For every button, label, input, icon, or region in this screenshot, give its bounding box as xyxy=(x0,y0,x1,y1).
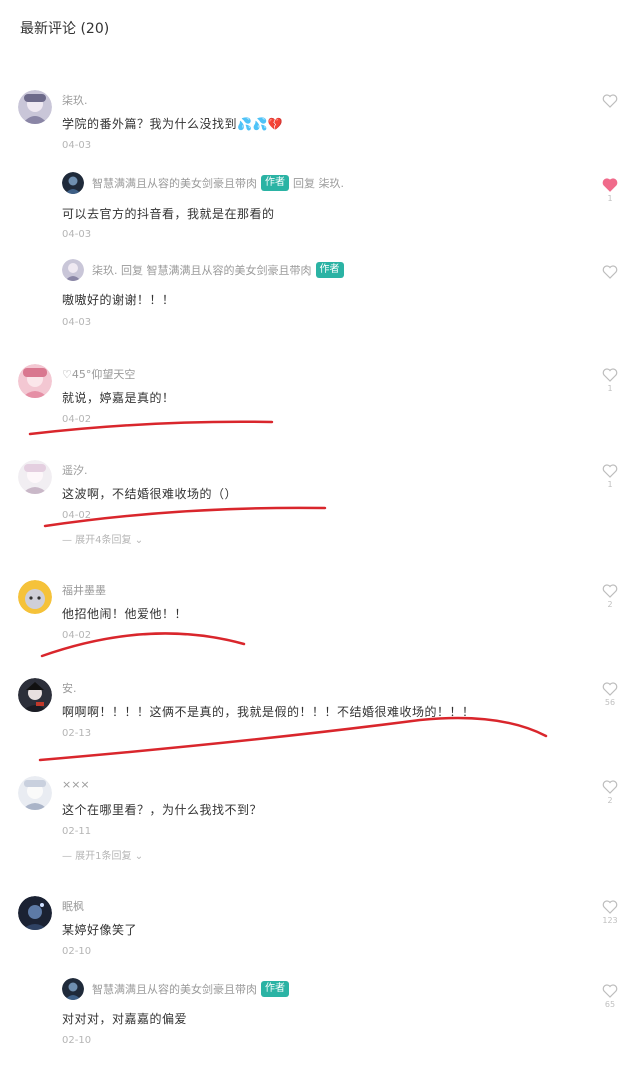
avatar[interactable] xyxy=(62,259,84,281)
comment-author[interactable]: ♡45°仰望天空 xyxy=(62,366,135,382)
comment-text: 他招他闹！他爱他！！ xyxy=(62,607,188,621)
avatar[interactable] xyxy=(62,172,84,194)
expand-replies-link[interactable]: — 展开4条回复 ⌄ xyxy=(62,531,143,546)
like-count: 65 xyxy=(604,1000,616,1009)
like-button[interactable]: 2 xyxy=(598,584,622,609)
author-badge: 作者 xyxy=(315,262,344,278)
author-badge: 作者 xyxy=(261,175,289,191)
like-button[interactable]: 56 xyxy=(598,682,622,707)
reply-author[interactable]: 柒玖. 回复 智慧满满且从容的美女剑豪且带肉 xyxy=(92,262,312,278)
reply-text: 嗷嗷好的谢谢！！！ xyxy=(62,293,175,307)
comment-text: 某婷好像笑了 xyxy=(62,923,138,937)
comment-author[interactable]: 遥汐. xyxy=(62,462,88,478)
avatar[interactable] xyxy=(62,978,84,1000)
reply-header: 智慧满满且从容的美女剑豪且带肉 作者 xyxy=(92,981,289,997)
comment-date: 04-03 xyxy=(62,140,92,151)
comment-date: 04-02 xyxy=(62,510,92,521)
comment-author[interactable]: 福井墨墨 xyxy=(62,582,106,598)
heart-outline-icon xyxy=(602,368,618,382)
like-count: 2 xyxy=(607,796,613,805)
comment-author[interactable]: 安. xyxy=(62,680,77,696)
comment-author[interactable]: 柒玖. xyxy=(62,92,88,108)
reply-header: 柒玖. 回复 智慧满满且从容的美女剑豪且带肉 作者 xyxy=(92,262,344,278)
avatar[interactable] xyxy=(18,90,52,124)
like-count: 1 xyxy=(607,194,613,203)
comment-text: 这个在哪里看？，为什么我找不到？ xyxy=(62,803,263,817)
like-button[interactable]: 1 xyxy=(598,368,622,393)
like-button[interactable] xyxy=(598,265,622,281)
heart-outline-icon xyxy=(602,984,618,998)
heart-outline-icon xyxy=(602,584,618,598)
comment-date: 04-02 xyxy=(62,630,92,641)
comment-author[interactable]: 眠枫 xyxy=(62,898,84,914)
reply-to: 回复 柒玖. xyxy=(293,177,344,190)
like-button[interactable]: 123 xyxy=(598,900,622,925)
avatar[interactable] xyxy=(18,460,52,494)
reply-header: 智慧满满且从容的美女剑豪且带肉 作者 回复 柒玖. xyxy=(92,175,344,191)
red-underline xyxy=(38,716,548,762)
heart-outline-icon xyxy=(602,94,618,108)
heart-filled-icon xyxy=(602,178,618,192)
reply-date: 02-10 xyxy=(62,1035,92,1046)
heart-outline-icon xyxy=(602,900,618,914)
like-button[interactable]: 1 xyxy=(598,464,622,489)
avatar[interactable] xyxy=(18,580,52,614)
reply-author[interactable]: 智慧满满且从容的美女剑豪且带肉 xyxy=(92,175,257,191)
comment-date: 02-13 xyxy=(62,728,92,739)
avatar[interactable] xyxy=(18,678,52,712)
reply-author[interactable]: 智慧满满且从容的美女剑豪且带肉 xyxy=(92,981,257,997)
like-button[interactable]: 65 xyxy=(598,984,622,1009)
reply-text: 对对对，对嘉嘉的偏爱 xyxy=(62,1012,188,1026)
reply-date: 04-03 xyxy=(62,317,92,328)
comment-date: 02-10 xyxy=(62,946,92,957)
heart-outline-icon xyxy=(602,682,618,696)
like-button[interactable] xyxy=(598,94,622,110)
like-count: 2 xyxy=(607,600,613,609)
comment-author[interactable]: ××× xyxy=(62,778,90,791)
heart-outline-icon xyxy=(602,780,618,794)
comment-text: 就说，婷嘉是真的！ xyxy=(62,391,175,405)
heart-outline-icon xyxy=(602,265,618,279)
comment-text: 学院的番外篇？我为什么没找到💦💦💔 xyxy=(62,117,284,131)
avatar[interactable] xyxy=(18,776,52,810)
like-button[interactable]: 1 xyxy=(598,178,622,203)
reply-text: 可以去官方的抖音看，我就是在那看的 xyxy=(62,207,275,221)
comment-text: 这波啊，不结婚很难收场的（） xyxy=(62,487,238,501)
like-count: 56 xyxy=(604,698,616,707)
like-count: 1 xyxy=(607,480,613,489)
expand-replies-link[interactable]: — 展开1条回复 ⌄ xyxy=(62,847,143,862)
heart-outline-icon xyxy=(602,464,618,478)
like-count: 1 xyxy=(607,384,613,393)
comments-header: 最新评论 (20) xyxy=(20,21,110,37)
comment-date: 02-11 xyxy=(62,826,92,837)
comment-text: 啊啊啊！！！！这俩不是真的，我就是假的！！！不结婚很难收场的！！！ xyxy=(62,705,475,719)
comment-date: 04-02 xyxy=(62,414,92,425)
reply-date: 04-03 xyxy=(62,229,92,240)
avatar[interactable] xyxy=(18,896,52,930)
author-badge: 作者 xyxy=(261,981,289,997)
like-count: 123 xyxy=(602,916,618,925)
avatar[interactable] xyxy=(18,364,52,398)
like-button[interactable]: 2 xyxy=(598,780,622,805)
